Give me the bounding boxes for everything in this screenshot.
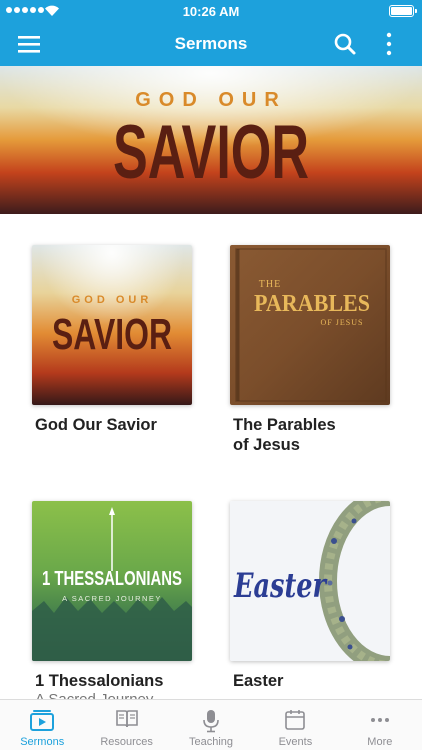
tab-label: Sermons	[20, 736, 65, 748]
hero-artwork: GOD OUR SAVIOR	[0, 66, 422, 214]
series-artwork: Easter	[230, 501, 390, 661]
series-title: The Parables of Jesus	[233, 416, 336, 454]
tab-resources[interactable]: Resources	[84, 700, 168, 750]
status-time: 10:26 AM	[182, 4, 240, 19]
tab-sermons[interactable]: Sermons	[0, 700, 84, 750]
hero-line-1: GOD OUR	[135, 89, 287, 111]
artwork-text: GOD OUR	[72, 294, 153, 306]
tab-events[interactable]: Events	[253, 700, 337, 750]
page-title: Sermons	[174, 34, 248, 53]
artwork-text: 1 THESSALONIANS	[42, 568, 182, 590]
tab-teaching[interactable]: Teaching	[169, 700, 253, 750]
battery-icon	[389, 5, 417, 17]
calendar-icon	[285, 710, 306, 730]
series-card-parables[interactable]: THE PARABLES OF JESUS The Parables of Je…	[230, 245, 392, 455]
series-title: 1 Thessalonians	[35, 672, 164, 690]
artwork-text: THE	[259, 279, 281, 290]
tab-more[interactable]: More	[338, 700, 422, 750]
tab-label: Teaching	[188, 736, 234, 748]
nav-bar: Sermons	[0, 22, 422, 66]
series-card-easter[interactable]: Easter Easter	[230, 501, 392, 691]
microphone-icon	[203, 710, 219, 733]
artwork-text: Easter	[233, 566, 327, 606]
artwork-text: PARABLES	[254, 291, 370, 317]
featured-series-banner[interactable]: GOD OUR SAVIOR	[0, 66, 422, 214]
artwork-text: SAVIOR	[52, 310, 172, 359]
tab-label: Events	[278, 736, 313, 748]
series-card-1-thessalonians[interactable]: 1 THESSALONIANS A SACRED JOURNEY 1 Thess…	[32, 501, 194, 709]
artwork-text: A SACRED JOURNEY	[62, 594, 162, 603]
video-icon	[30, 710, 55, 731]
tab-bar: Sermons Resources Teaching Events More	[0, 699, 422, 750]
status-bar: 10:26 AM	[0, 0, 422, 22]
hero-line-2: SAVIOR	[113, 110, 309, 195]
more-dots-icon	[370, 718, 389, 722]
search-icon[interactable]	[333, 32, 357, 56]
series-artwork: GOD OUR SAVIOR	[32, 245, 192, 405]
series-artwork: THE PARABLES OF JESUS	[230, 245, 390, 405]
tab-label: Resources	[100, 736, 153, 748]
tab-label: More	[367, 736, 393, 748]
book-icon	[115, 710, 138, 728]
more-options-icon[interactable]	[379, 31, 399, 57]
series-artwork: 1 THESSALONIANS A SACRED JOURNEY	[32, 501, 192, 661]
series-card-god-our-savior[interactable]: GOD OUR SAVIOR God Our Savior	[32, 245, 194, 435]
series-title: Easter	[233, 672, 284, 690]
series-title: God Our Savior	[35, 416, 157, 434]
artwork-text: OF JESUS	[321, 318, 364, 327]
